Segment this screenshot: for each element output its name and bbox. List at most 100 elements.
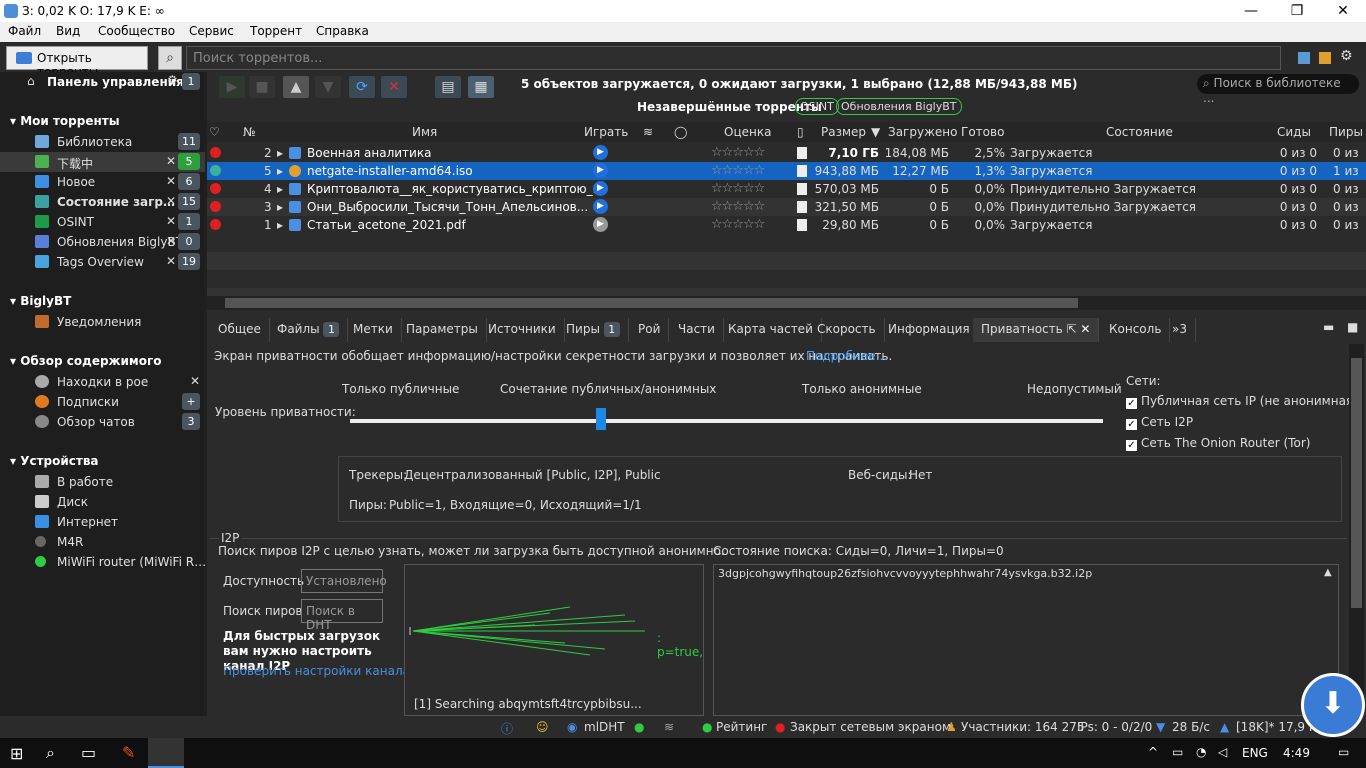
tab-12[interactable]: Консоль xyxy=(1101,318,1171,342)
expand-icon[interactable]: ▸ xyxy=(277,146,283,160)
tab-2[interactable]: Метки xyxy=(345,318,402,342)
tab-8[interactable]: Карта частей xyxy=(720,318,822,342)
my-torrents-header[interactable]: ▾ Мои торренты xyxy=(10,114,120,128)
file-column-icon[interactable]: ▯ xyxy=(797,125,804,139)
close-icon[interactable]: ✕ xyxy=(166,234,176,248)
play-icon[interactable]: ▶ xyxy=(593,181,608,196)
content-header[interactable]: ▾ Обзор содержимого xyxy=(10,354,161,368)
close-icon[interactable]: ✕ xyxy=(166,154,176,168)
rating-stars-icon[interactable]: ☆☆☆☆☆ xyxy=(711,163,765,178)
sidebar-dashboard[interactable]: ⌂ Панель управления ⚙ 1 xyxy=(0,72,205,92)
device-item-2[interactable]: Интернет xyxy=(0,512,205,532)
health-column-icon[interactable]: ♡ xyxy=(209,125,220,139)
stop-button[interactable]: ■ xyxy=(249,76,275,98)
sidebar-item-3[interactable]: Состояние загр… ✕ 15 xyxy=(0,192,205,212)
devices-header[interactable]: ▾ Устройства xyxy=(10,454,99,468)
device-item-1[interactable]: Диск xyxy=(0,492,205,512)
expand-icon[interactable]: ▸ xyxy=(277,182,283,196)
close-tab-icon[interactable]: ✕ xyxy=(1080,322,1090,336)
app-icon[interactable]: ✎ xyxy=(122,743,135,762)
tab-9[interactable]: Скорость xyxy=(809,318,885,342)
maximize-button[interactable]: ❐ xyxy=(1274,0,1320,22)
tab-0[interactable]: Общее xyxy=(210,318,270,342)
refresh-button[interactable]: ⟳ xyxy=(349,76,375,98)
biglybt-download-icon[interactable]: ⬇ xyxy=(1301,673,1365,737)
tab-6[interactable]: Рой xyxy=(630,318,670,342)
device-item-3[interactable]: M4R xyxy=(0,532,205,552)
download-speed[interactable]: 28 Б/с xyxy=(1172,720,1210,734)
play-icon[interactable]: ▶ xyxy=(593,145,608,160)
gear-icon[interactable]: ⚙ xyxy=(167,73,178,87)
privacy-slider-thumb[interactable] xyxy=(595,408,606,430)
table-row[interactable]: 5 ▸ netgate-installer-amd64.iso ▶ ☆☆☆☆☆ … xyxy=(207,162,1366,180)
play-icon[interactable]: ▶ xyxy=(593,217,608,232)
notifications-icon[interactable]: ▭ xyxy=(1338,745,1349,759)
sidebar-item-5[interactable]: Обновления BiglyBT ✕ 0 xyxy=(0,232,205,252)
ips-label[interactable]: IPs: 0 - 0/2/0 xyxy=(1077,720,1152,734)
menu-tools[interactable]: Сервис xyxy=(189,24,234,38)
clock[interactable]: 4:49 xyxy=(1283,746,1310,760)
maximize-panel-icon[interactable]: ■ xyxy=(1347,320,1358,334)
rating-stars-icon[interactable]: ☆☆☆☆☆ xyxy=(711,181,765,196)
tag-updates[interactable]: Обновления BiglyBT xyxy=(836,98,962,115)
vertical-scroll-thumb[interactable] xyxy=(1351,358,1362,608)
remove-button[interactable]: ✕ xyxy=(381,76,407,98)
info-icon[interactable]: ⓘ xyxy=(501,720,513,737)
battery-icon[interactable]: ▭ xyxy=(1172,745,1183,759)
wifi-icon[interactable]: ◔ xyxy=(1196,745,1206,759)
biglybt-header[interactable]: ▾ BiglyBT xyxy=(10,294,71,308)
content-item-2[interactable]: Обзор чатов ✕ 3 xyxy=(0,412,205,432)
play-icon[interactable]: ▶ xyxy=(593,163,608,178)
column-play[interactable]: Играть xyxy=(584,125,628,139)
upload-speed[interactable]: [18K]* 17,9 K xyxy=(1236,720,1317,734)
column-rating[interactable]: Оценка xyxy=(724,125,771,139)
play-icon[interactable]: ▶ xyxy=(593,199,608,214)
sidebar-item-notifications[interactable]: Уведомления xyxy=(0,312,205,332)
search-icon[interactable]: ⌕ xyxy=(158,46,182,70)
menu-community[interactable]: Сообщество xyxy=(98,24,175,38)
table-row[interactable]: 2 ▸ Военная аналитика ▶ ☆☆☆☆☆ 7,10 ГБ 18… xyxy=(207,144,1366,162)
network-i2p[interactable]: ✓ Сеть I2P xyxy=(1126,415,1193,430)
language-indicator[interactable]: ENG xyxy=(1242,746,1268,760)
network-status-icon[interactable]: ☺ xyxy=(536,720,549,734)
close-icon[interactable]: ✕ xyxy=(166,194,176,208)
menu-torrent[interactable]: Торрент xyxy=(250,24,302,38)
i2p-address-box[interactable]: 3dgpjcohgwyfihqtoup26zfsiohvcvvoyyytephh… xyxy=(713,564,1339,716)
chat-column-icon[interactable]: ◯ xyxy=(674,125,687,139)
tag-osint[interactable]: OSINT xyxy=(795,98,839,115)
device-item-4[interactable]: MiWiFi router (MiWiFi R… xyxy=(0,552,206,572)
device-item-0[interactable]: В работе xyxy=(0,472,205,492)
sidebar-item-6[interactable]: Tags Overview ✕ 19 xyxy=(0,252,205,272)
sidebar-item-1[interactable]: 下载中 ✕ 5 xyxy=(0,152,205,172)
biglybt-taskbar-icon[interactable] xyxy=(148,738,184,768)
minimize-panel-icon[interactable]: ▬ xyxy=(1323,320,1334,334)
tab-4[interactable]: Источники xyxy=(480,318,565,342)
close-icon[interactable]: ✕ xyxy=(190,374,200,388)
rating-label[interactable]: Рейтинг xyxy=(716,720,767,734)
chat-icon[interactable]: ● xyxy=(634,720,644,734)
users-label[interactable]: Участники: 164 275 xyxy=(961,720,1085,734)
close-icon[interactable]: ✕ xyxy=(166,174,176,188)
more-link[interactable]: Подробнее... xyxy=(806,349,887,363)
column-downloaded[interactable]: Загружено xyxy=(888,125,957,139)
peer-search-field[interactable]: Поиск в DHT xyxy=(301,599,383,632)
menu-view[interactable]: Вид xyxy=(56,24,80,38)
tab-7[interactable]: Части xyxy=(670,318,724,342)
tab-13[interactable]: »3 xyxy=(1164,318,1196,342)
network-public[interactable]: ✓ Публичная сеть IP (не анонимная) xyxy=(1126,394,1358,409)
wifi-status-icon[interactable]: ≋ xyxy=(664,720,674,734)
column-num[interactable]: № xyxy=(243,125,255,139)
firewall-label[interactable]: Закрыт сетевым экраном xyxy=(790,720,951,734)
library-search-input[interactable]: ⌕ Поиск в библиотеке ... xyxy=(1197,74,1359,105)
torrent-search-input[interactable]: Поиск торрентов... xyxy=(186,46,1281,70)
table-row[interactable]: 1 ▸ Статьи_acetone_2021.pdf ▶ ☆☆☆☆☆ 29,8… xyxy=(207,216,1366,234)
view-small-button[interactable]: ▤ xyxy=(435,76,461,98)
column-name[interactable]: Имя xyxy=(412,125,437,139)
network-tor[interactable]: ✓ Сеть The Onion Router (Tor) xyxy=(1126,436,1310,451)
vertical-scrollbar[interactable] xyxy=(1349,344,1364,716)
rss-column-icon[interactable]: ≋ xyxy=(643,125,653,139)
table-row[interactable]: 3 ▸ Они_Выбросили_Тысячи_Тонн_Апельсинов… xyxy=(207,198,1366,216)
close-icon[interactable]: ✕ xyxy=(166,214,176,228)
tab-1[interactable]: Файлы 1 xyxy=(269,318,349,342)
popout-icon[interactable]: ⇱ xyxy=(1067,322,1077,336)
